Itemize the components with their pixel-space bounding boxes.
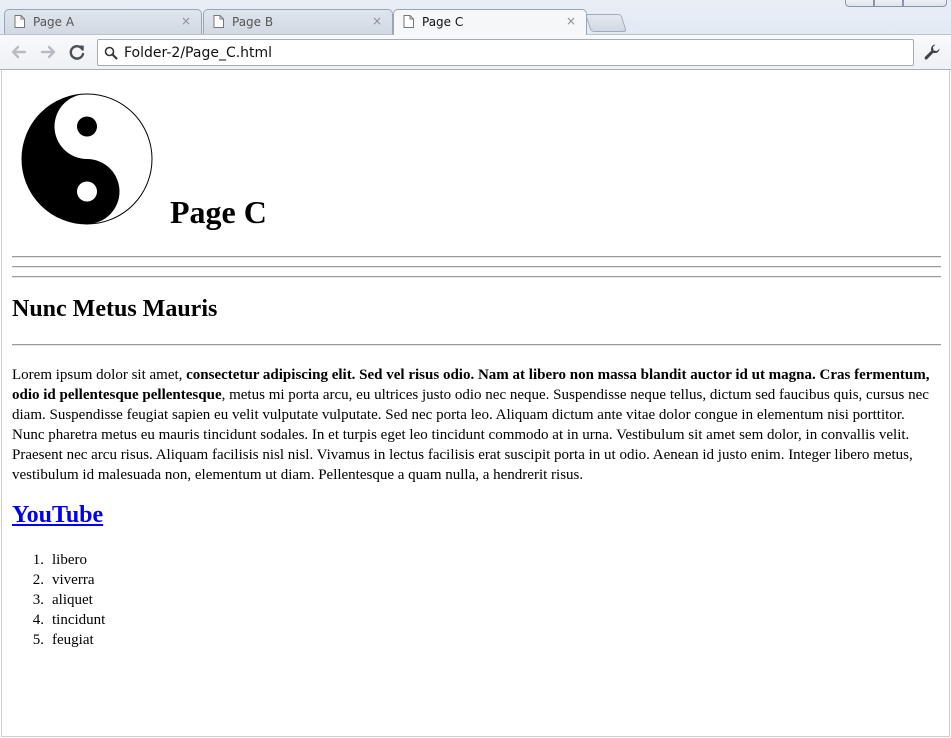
window-controls [845,0,947,8]
address-text: Folder-2/Page_C.html [124,45,273,61]
tab-label: Page C [422,15,464,29]
search-icon [104,46,118,60]
list-item: 5. feugiat [12,630,105,650]
close-icon[interactable]: × [372,14,382,28]
forward-arrow-icon[interactable] [37,41,59,63]
list-number: 2. [32,572,44,588]
browser-chrome: Page A × Page B × Page C × Folder-2/Page… [0,0,951,70]
tab-page-b[interactable]: Page B × [203,9,393,34]
divider [12,276,941,278]
tab-page-c[interactable]: Page C × [393,9,587,35]
reload-icon[interactable] [66,41,88,63]
list-item: 1. libero [12,550,105,570]
page-icon [14,15,25,28]
maximize-button[interactable] [874,0,903,7]
close-icon[interactable]: × [566,14,576,28]
tab-label: Page B [232,15,274,29]
close-icon[interactable]: × [181,14,191,28]
ordered-list: 1. libero 2. viverra 3. aliquet 4. tincidunt… [12,550,106,650]
tab-label: Page A [33,15,75,29]
page-icon [213,15,224,28]
tab-strip: Page A × Page B × Page C × [0,0,951,35]
body-paragraph: Lorem ipsum dolor sit amet, consectetur … [12,365,940,485]
page-title: Page C [170,194,267,230]
wrench-icon[interactable] [922,42,942,62]
list-item-text: libero [52,552,87,568]
list-item-text: aliquet [52,592,93,608]
list-number: 1. [32,552,44,568]
list-number: 4. [32,612,44,628]
list-item-text: viverra [52,572,95,588]
list-item: 2. viverra [12,570,105,590]
list-item: 3. aliquet [12,590,105,610]
divider [12,266,941,268]
list-item: 4. tincidunt [12,610,106,630]
divider [12,344,941,346]
tab-page-a[interactable]: Page A × [4,9,202,34]
back-arrow-icon[interactable] [8,41,30,63]
minimize-button[interactable] [845,0,874,7]
toolbar: Folder-2/Page_C.html [0,34,951,70]
youtube-link[interactable]: YouTube [12,502,103,529]
list-number: 3. [32,592,44,608]
address-bar[interactable]: Folder-2/Page_C.html [97,39,914,66]
list-number: 5. [32,632,44,648]
close-window-button[interactable] [903,0,947,7]
list-item-text: tincidunt [52,612,106,628]
yin-yang-logo [21,93,153,225]
new-tab-button[interactable] [585,14,627,32]
paragraph-intro: Lorem ipsum dolor sit amet, [12,367,187,383]
page-icon [403,15,414,28]
divider [12,256,941,258]
page-viewport: Page C Nunc Metus Mauris Lorem ipsum dol… [1,70,950,737]
section-title: Nunc Metus Mauris [12,296,218,322]
list-item-text: feugiat [52,632,94,648]
